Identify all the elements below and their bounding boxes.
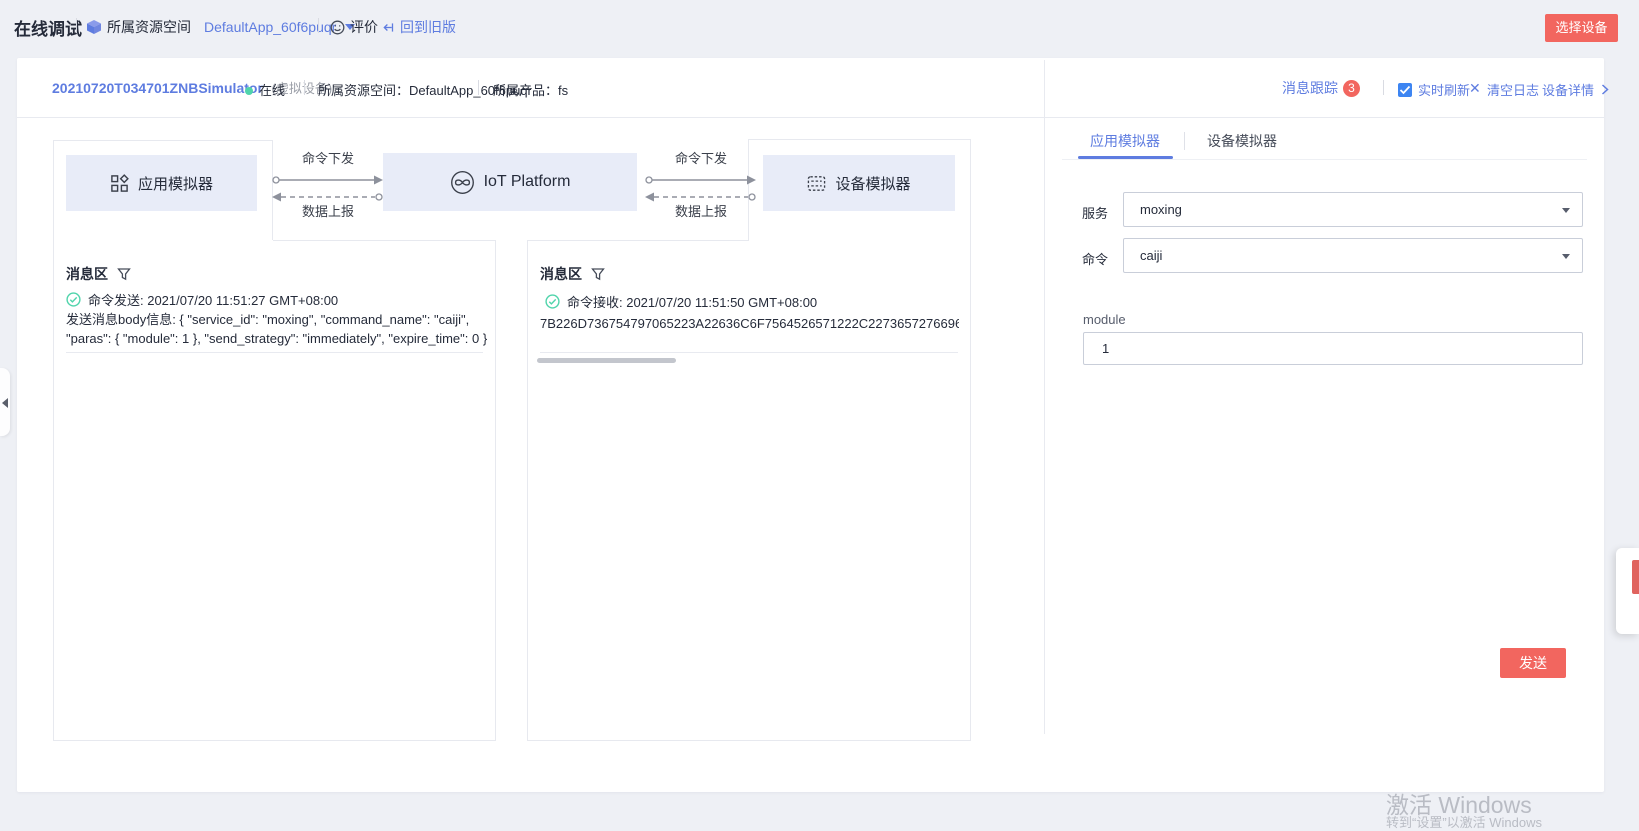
device-message-area-title: 消息区 [540,264,605,284]
product-info: 所属产品：fs [493,80,568,99]
feedback-label: 评价 [350,17,378,37]
service-select[interactable]: moxing [1123,192,1583,227]
device-name-link[interactable]: 20210720T034701ZNBSimulator [52,80,263,96]
iot-platform-box: IoT Platform [383,153,637,211]
device-card-top-border [527,240,749,241]
back-to-old-label: 回到旧版 [400,17,456,37]
filter-funnel-icon[interactable] [591,267,605,281]
device-detail-link[interactable]: 设备详情 [1542,80,1609,99]
device-simulator-box: 设备模拟器 [763,155,955,211]
page-title: 在线调试 [14,15,82,40]
tab-app-simulator[interactable]: 应用模拟器 [1090,131,1160,151]
command-select[interactable]: caiji [1123,238,1583,273]
service-label: 服务 [1082,203,1108,222]
tab-bar-border [1062,159,1587,160]
send-button[interactable]: 发送 [1500,648,1566,678]
status-text: 在线 [259,83,285,98]
resource-space-label: 所属资源空间： [318,83,409,98]
message-area-label: 消息区 [66,264,108,284]
entry-title-text: 命令接收: 2021/07/20 11:51:50 GMT+08:00 [567,292,817,311]
close-icon[interactable]: ✕ [1469,80,1481,97]
command-down-label-1: 命令下发 [271,148,385,167]
divider [1383,80,1384,95]
resource-space-label: 所属资源空间 [107,17,191,37]
online-debug-page: 在线调试 所属资源空间 DefaultApp_60f6puqr 评价 回到旧版 … [0,0,1639,821]
side-float-red-tab[interactable] [1632,560,1639,594]
chevron-down-icon [1562,254,1570,259]
message-trace-label: 消息跟踪 [1282,80,1338,96]
realtime-refresh-toggle[interactable]: 实时刷新 [1398,80,1470,99]
back-to-old-link[interactable]: 回到旧版 [382,17,456,37]
app-message-entry-body: 发送消息body信息: { "service_id": "moxing", "c… [66,310,488,348]
entry-divider [540,352,958,353]
entry-divider [66,352,483,353]
tab-device-simulator[interactable]: 设备模拟器 [1207,131,1277,151]
collapse-left-icon [2,398,8,408]
command-down-label-2: 命令下发 [644,148,758,167]
check-circle-icon [66,292,81,307]
app-card-top-border [273,240,496,241]
service-selected-value: moxing [1140,202,1182,217]
active-tab-underline [1078,156,1173,159]
iot-platform-label: IoT Platform [484,173,571,191]
device-status: 在线 [245,80,285,99]
data-up-label-2: 数据上报 [644,201,758,220]
message-trace-badge: 3 [1343,80,1360,97]
divider [478,80,479,95]
product-label: 所属产品： [493,83,558,98]
module-input[interactable] [1083,332,1583,365]
feedback-button[interactable]: 评价 [330,17,378,37]
iot-platform-icon [450,170,475,195]
module-label: module [1083,312,1126,327]
top-bar: 在线调试 所属资源空间 DefaultApp_60f6puqr 评价 回到旧版 … [0,0,1639,50]
horizontal-scrollbar[interactable] [537,358,676,363]
message-area-label: 消息区 [540,264,582,284]
apps-grid-icon [110,174,129,193]
clear-log-link[interactable]: 清空日志 [1487,80,1539,99]
chevron-down-icon [1562,208,1570,213]
realtime-refresh-label: 实时刷新 [1418,83,1470,98]
device-title: 20210720T034701ZNBSimulator (虚拟设备) [52,78,332,97]
filter-funnel-icon[interactable] [117,267,131,281]
command-label: 命令 [1082,249,1108,268]
resource-space-dropdown[interactable]: DefaultApp_60f6puqr [204,19,336,35]
cube-icon [86,19,102,35]
device-message-entry-body: 7B226D736754797065223A22636C6F7564526571… [540,314,959,333]
app-message-entry-title: 命令发送: 2021/07/20 11:51:27 GMT+08:00 [66,290,338,309]
tab-divider [1184,132,1185,150]
checkbox-checked-icon[interactable] [1398,83,1412,97]
app-message-area-title: 消息区 [66,264,131,284]
app-simulator-box: 应用模拟器 [66,155,257,211]
online-dot-icon [245,87,253,95]
device-simulator-label: 设备模拟器 [835,173,910,194]
device-list-icon [807,174,826,193]
entry-title-text: 命令发送: 2021/07/20 11:51:27 GMT+08:00 [88,290,338,309]
device-detail-label: 设备详情 [1542,83,1594,98]
command-selected-value: caiji [1140,248,1162,263]
data-up-label-1: 数据上报 [271,201,385,220]
windows-activate-watermark-line2: 转到“设置”以激活 Windows [1386,812,1542,831]
smiley-icon [330,20,345,35]
resource-space-group: 所属资源空间 DefaultApp_60f6puqr [86,17,355,37]
app-simulator-label: 应用模拟器 [138,173,213,194]
select-device-button[interactable]: 选择设备 [1545,14,1618,42]
return-arrow-icon [382,21,395,34]
message-trace-link[interactable]: 消息跟踪 3 [1282,78,1360,98]
device-message-entry-title: 命令接收: 2021/07/20 11:51:50 GMT+08:00 [545,292,817,311]
panel-divider [1044,60,1045,734]
divider [76,18,77,33]
chevron-right-icon [1601,84,1609,95]
check-circle-icon [545,294,560,309]
divider [318,18,319,33]
product-value: fs [558,83,568,98]
device-info-bar: 20210720T034701ZNBSimulator (虚拟设备) 在线 所属… [17,58,1604,118]
divider [304,80,305,95]
